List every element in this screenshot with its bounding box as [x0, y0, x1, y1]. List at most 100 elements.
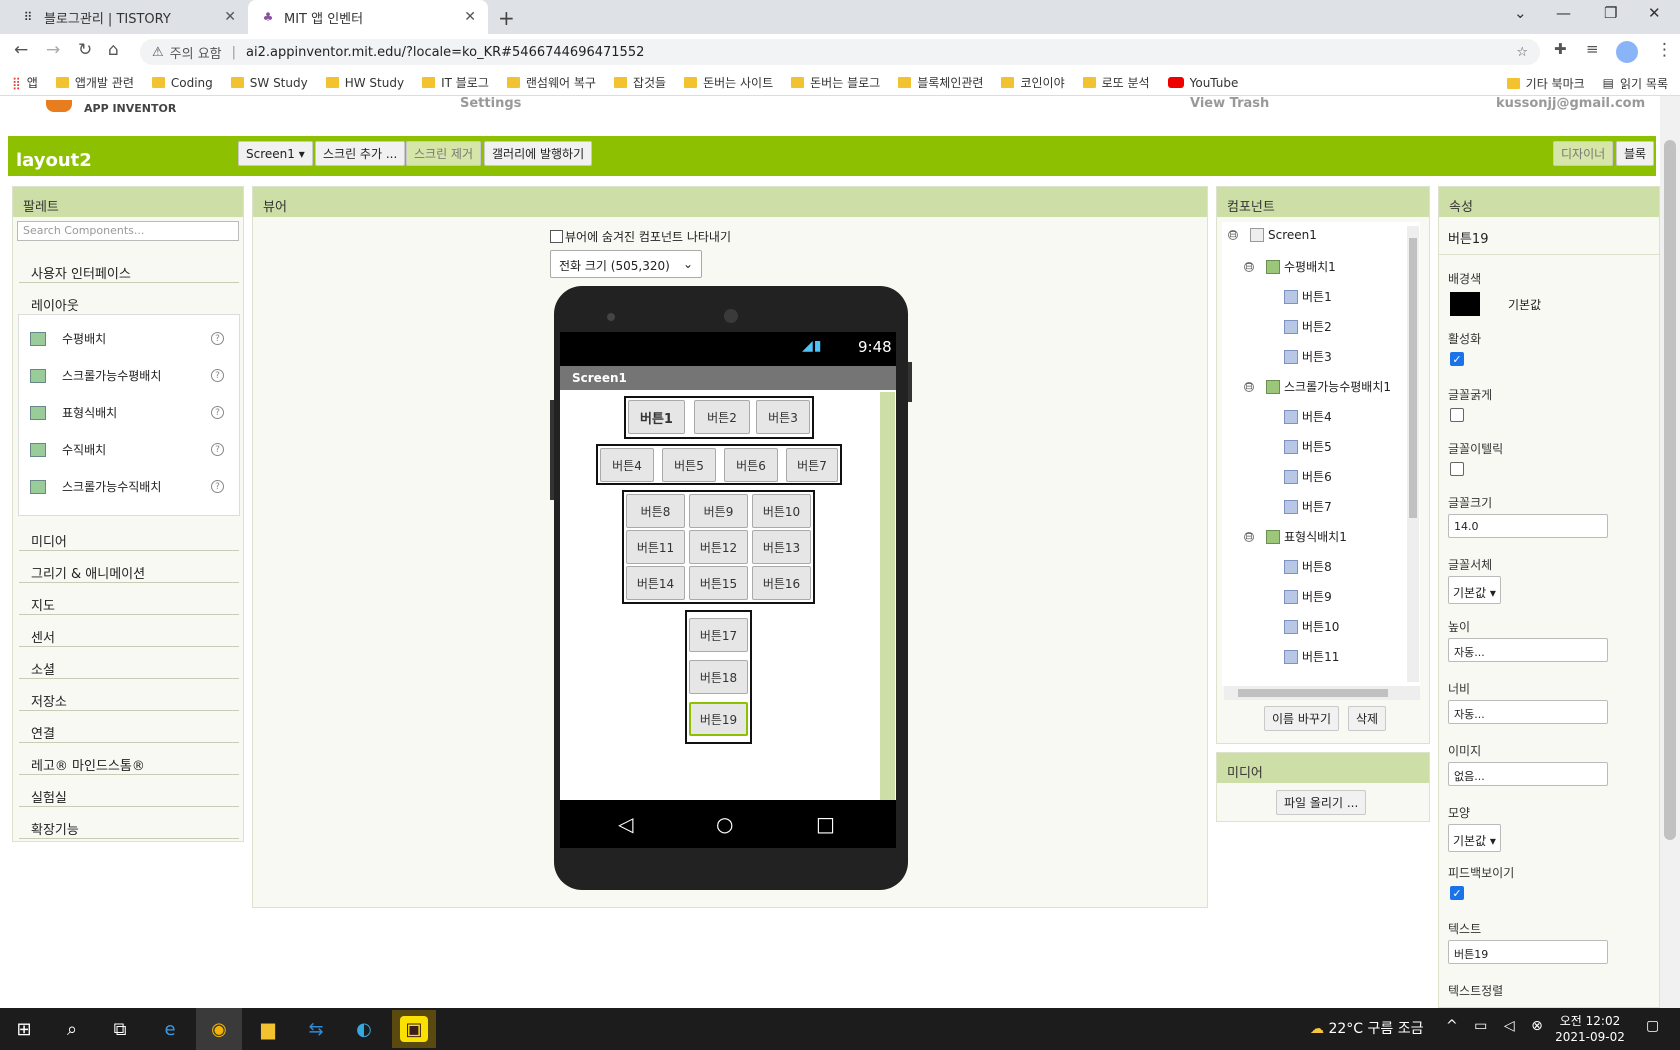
- teamviewer-icon[interactable]: ⇆: [302, 1016, 330, 1042]
- preview-button-3[interactable]: 버튼3: [756, 400, 810, 434]
- extensions-icon[interactable]: ✚: [1554, 40, 1567, 58]
- close-window-icon[interactable]: ✕: [1648, 4, 1661, 22]
- category-sensors[interactable]: 센서: [19, 621, 239, 647]
- phone-size-select[interactable]: 전화 크기 (505,320) ⌄: [550, 250, 702, 278]
- tree-node-button-6[interactable]: 버튼6: [1284, 468, 1332, 485]
- notification-icon[interactable]: ▢: [1646, 1018, 1659, 1034]
- chrome-icon[interactable]: ◉: [205, 1016, 233, 1042]
- bookmark-folder[interactable]: 랜섬웨어 복구: [506, 74, 596, 91]
- app-inventor-logo-text[interactable]: APP INVENTOR: [84, 102, 176, 115]
- preview-button-13[interactable]: 버튼13: [752, 530, 811, 564]
- tree-vertical-scroll-thumb[interactable]: [1409, 238, 1417, 518]
- tree-node-button-1[interactable]: 버튼1: [1284, 288, 1332, 305]
- bookmark-folder[interactable]: 코인이야: [1001, 74, 1065, 91]
- collapse-icon[interactable]: ⊟: [1244, 531, 1254, 542]
- reading-list-icon[interactable]: ≡: [1586, 40, 1599, 58]
- preview-button-16[interactable]: 버튼16: [752, 566, 811, 600]
- help-icon[interactable]: ?: [211, 369, 224, 382]
- reload-icon[interactable]: ↻: [78, 40, 92, 60]
- tab-search-icon[interactable]: ⌄: [1514, 4, 1527, 22]
- new-tab-button[interactable]: +: [498, 6, 515, 30]
- text-input[interactable]: 버튼19: [1448, 940, 1608, 964]
- preview-button-14[interactable]: 버튼14: [626, 566, 685, 600]
- minimize-icon[interactable]: —: [1556, 4, 1571, 22]
- windows-start-icon[interactable]: ⊞: [10, 1016, 38, 1042]
- internet-explorer-icon[interactable]: e: [156, 1016, 184, 1042]
- tab-app-inventor[interactable]: ♣ MIT 앱 인벤터 ✕: [248, 0, 488, 34]
- preview-button-11[interactable]: 버튼11: [626, 530, 685, 564]
- preview-button-2[interactable]: 버튼2: [694, 400, 750, 434]
- star-icon[interactable]: ☆: [1516, 45, 1528, 60]
- edge-icon[interactable]: ◐: [350, 1016, 378, 1042]
- preview-button-19-selected[interactable]: 버튼19: [689, 702, 748, 736]
- bookmark-folder[interactable]: 블록체인관련: [898, 74, 983, 91]
- kakaotalk-icon[interactable]: ▣: [400, 1016, 428, 1042]
- category-extension[interactable]: 확장기능: [19, 813, 239, 839]
- collapse-icon[interactable]: ⊟: [1228, 230, 1238, 240]
- bookmark-folder[interactable]: IT 블로그: [422, 74, 489, 91]
- maximize-icon[interactable]: ❐: [1604, 4, 1617, 22]
- tree-node-table-arrangement-1[interactable]: ⊟ 표형식배치1: [1244, 528, 1347, 545]
- category-storage[interactable]: 저장소: [19, 685, 239, 711]
- category-social[interactable]: 소셜: [19, 653, 239, 679]
- category-drawing-animation[interactable]: 그리기 & 애니메이션: [19, 557, 239, 583]
- url-text[interactable]: ai2.appinventor.mit.edu/?locale=ko_KR#54…: [246, 45, 644, 60]
- collapse-icon[interactable]: ⊟: [1244, 261, 1254, 272]
- category-media[interactable]: 미디어: [19, 525, 239, 551]
- tree-node-screen1[interactable]: ⊟ Screen1: [1228, 228, 1317, 242]
- tree-node-button-5[interactable]: 버튼5: [1284, 438, 1332, 455]
- tree-node-scroll-horizontal-arrangement-1[interactable]: ⊟ 스크롤가능수평배치1: [1244, 378, 1391, 395]
- palette-vertical-arrangement[interactable]: 수직배치?: [30, 441, 224, 458]
- preview-button-10[interactable]: 버튼10: [752, 494, 811, 528]
- warning-icon[interactable]: ⚠: [152, 45, 164, 60]
- tree-node-horizontal-arrangement-1[interactable]: ⊟ 수평배치1: [1244, 258, 1336, 275]
- preview-button-17[interactable]: 버튼17: [689, 618, 748, 652]
- help-icon[interactable]: ?: [211, 332, 224, 345]
- user-menu[interactable]: kussonjj@gmail.com: [1496, 96, 1645, 111]
- close-icon[interactable]: ✕: [224, 9, 236, 25]
- bookmark-folder[interactable]: 돈버는 블로그: [791, 74, 880, 91]
- profile-avatar[interactable]: [1616, 41, 1638, 63]
- preview-button-4[interactable]: 버튼4: [600, 448, 654, 482]
- image-input[interactable]: 없음...: [1448, 762, 1608, 786]
- preview-button-12[interactable]: 버튼12: [689, 530, 748, 564]
- category-user-interface[interactable]: 사용자 인터페이스: [19, 257, 239, 283]
- category-maps[interactable]: 지도: [19, 589, 239, 615]
- preview-button-15[interactable]: 버튼15: [689, 566, 748, 600]
- search-icon[interactable]: ⌕: [58, 1016, 86, 1042]
- preview-button-8[interactable]: 버튼8: [626, 494, 685, 528]
- typeface-dropdown[interactable]: 기본값 ▾: [1448, 576, 1501, 604]
- weather-widget[interactable]: ☁ 22°C 구름 조금: [1310, 1018, 1423, 1038]
- font-size-input[interactable]: 14.0: [1448, 514, 1608, 538]
- bookmark-reading-list[interactable]: ▤ 읽기 목록: [1603, 75, 1668, 92]
- designer-button[interactable]: 디자이너: [1553, 141, 1614, 166]
- tree-node-button-4[interactable]: 버튼4: [1284, 408, 1332, 425]
- palette-horizontal-arrangement[interactable]: 수평배치?: [30, 330, 224, 347]
- screen-select-button[interactable]: Screen1 ▾: [238, 141, 313, 166]
- preview-button-5[interactable]: 버튼5: [662, 448, 716, 482]
- palette-table-arrangement[interactable]: 표형식배치?: [30, 404, 224, 421]
- font-italic-checkbox[interactable]: [1450, 462, 1464, 476]
- home-icon[interactable]: ⌂: [108, 40, 119, 60]
- tree-node-button-8[interactable]: 버튼8: [1284, 558, 1332, 575]
- category-connectivity[interactable]: 연결: [19, 717, 239, 743]
- page-scroll-thumb[interactable]: [1664, 140, 1676, 840]
- forward-icon[interactable]: →: [46, 40, 60, 60]
- palette-scroll-horizontal-arrangement[interactable]: 스크롤가능수평배치?: [30, 367, 224, 384]
- bookmark-folder[interactable]: 앱개발 관련: [55, 74, 134, 91]
- tree-node-button-10[interactable]: 버튼10: [1284, 618, 1339, 635]
- palette-scroll-vertical-arrangement[interactable]: 스크롤가능수직배치?: [30, 478, 224, 495]
- security-label[interactable]: 주의 요함: [170, 43, 222, 62]
- bookmark-youtube[interactable]: YouTube: [1167, 76, 1238, 90]
- tree-node-button-7[interactable]: 버튼7: [1284, 498, 1332, 515]
- height-input[interactable]: 자동...: [1448, 638, 1608, 662]
- screen-scrollbar[interactable]: [880, 392, 895, 800]
- collapse-icon[interactable]: ⊟: [1244, 381, 1254, 392]
- view-trash-link[interactable]: View Trash: [1190, 96, 1269, 111]
- help-icon[interactable]: ?: [211, 480, 224, 493]
- bookmark-folder[interactable]: HW Study: [325, 76, 404, 90]
- help-icon[interactable]: ?: [211, 406, 224, 419]
- tab-tistory[interactable]: ⠿ 블로그관리 | TISTORY ✕: [8, 0, 248, 34]
- tree-node-button-3[interactable]: 버튼3: [1284, 348, 1332, 365]
- system-tray-icons[interactable]: ^ ▭ ◁ ⊗: [1446, 1018, 1549, 1034]
